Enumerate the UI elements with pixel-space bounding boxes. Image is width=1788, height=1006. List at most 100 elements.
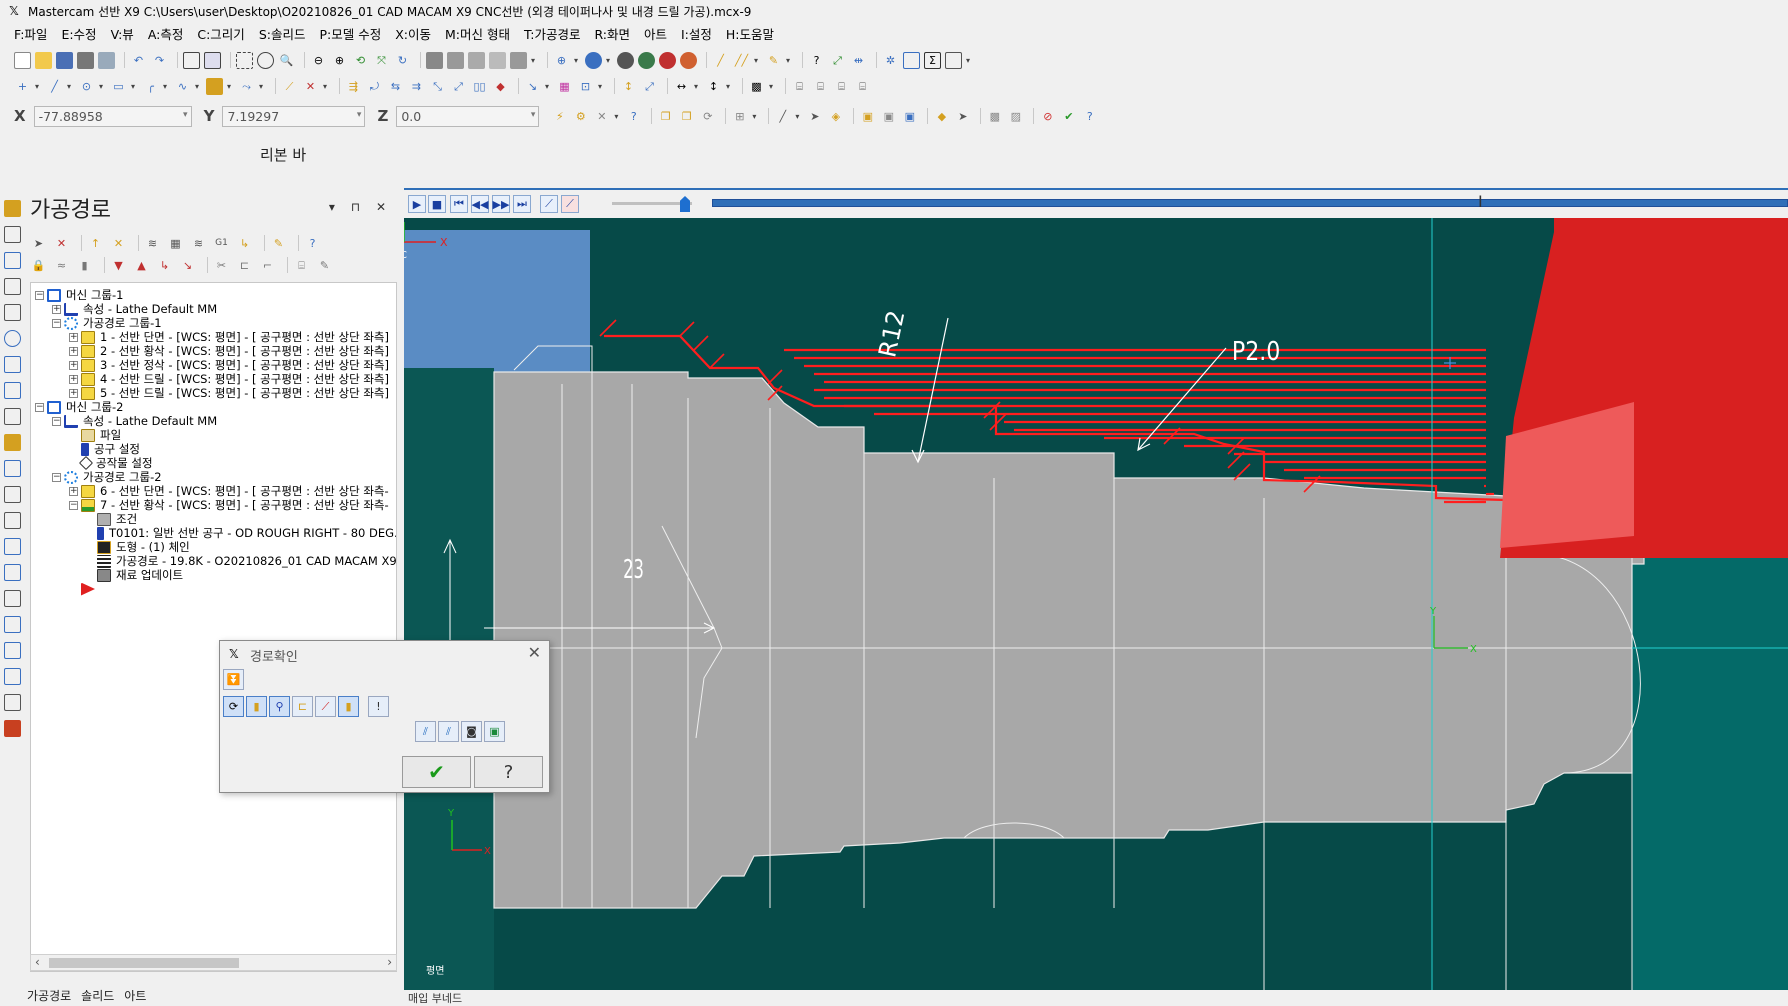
line-icon[interactable]: ╱ <box>46 78 63 95</box>
select-icon[interactable] <box>4 200 21 217</box>
zoom-window-icon[interactable] <box>236 51 253 69</box>
mesh-select-icon[interactable] <box>4 668 21 685</box>
line-style-icon[interactable]: ╱ <box>774 108 791 125</box>
spline-icon[interactable]: ∿ <box>174 78 191 95</box>
material-icon[interactable] <box>680 51 697 69</box>
lathe-stock-icon[interactable] <box>4 460 21 477</box>
insert-arrow-icon[interactable]: ↳ <box>156 257 173 274</box>
print-preview-icon[interactable] <box>98 51 115 69</box>
menu-settings[interactable]: I:설정 <box>681 24 712 43</box>
distance-icon[interactable]: ⇹ <box>850 52 867 69</box>
window-select-icon[interactable] <box>4 408 21 425</box>
xform-offset-icon[interactable]: ⇉ <box>408 78 425 95</box>
expand-dialog-icon[interactable]: ⏬ <box>223 669 244 690</box>
scroll-left-icon[interactable]: ‹ <box>35 955 40 969</box>
trim-icon[interactable]: ⟋ <box>281 78 298 95</box>
x-coordinate-input[interactable]: -77.88958 ▾ <box>33 105 192 127</box>
tree-horizontal-scrollbar[interactable]: ‹ › <box>30 954 397 971</box>
menu-xform[interactable]: X:이동 <box>395 24 431 43</box>
rectangle-icon[interactable]: ▭ <box>110 78 127 95</box>
sphere-icon[interactable] <box>585 51 602 69</box>
ok-button[interactable]: ✔ <box>402 756 471 788</box>
translucency-icon[interactable] <box>659 51 676 69</box>
pen-icon[interactable]: ╱ <box>712 52 729 69</box>
delete-icon[interactable]: ✕ <box>302 78 319 95</box>
tree-node-properties-2[interactable]: − 속성 - Lathe Default MM <box>52 413 217 429</box>
regen-icon[interactable]: ⟳ <box>699 108 716 125</box>
circle-icon[interactable]: ⊙ <box>78 78 95 95</box>
progress-track[interactable] <box>712 199 1788 207</box>
menu-screen[interactable]: R:화면 <box>594 24 630 43</box>
xform-roll-icon[interactable]: ◆ <box>492 78 509 95</box>
xform-scale-icon[interactable]: ⤡ <box>429 78 446 95</box>
display-tool-dlg-icon[interactable]: ▮ <box>246 696 267 717</box>
help-context-icon[interactable]: ? <box>808 52 825 69</box>
select-all-ops-icon[interactable]: ➤ <box>30 235 47 252</box>
verify-icon[interactable]: ▩ <box>986 108 1003 125</box>
print-icon[interactable] <box>77 51 94 69</box>
group-icon[interactable] <box>4 304 21 321</box>
select-solid-icon[interactable]: ◈ <box>827 108 844 125</box>
fast-point-icon[interactable]: ⚡ <box>551 108 568 125</box>
hatch-icon[interactable]: ▩ <box>748 78 765 95</box>
panel-controls[interactable]: ▾ ⊓ ✕ <box>329 200 392 214</box>
pens-icon[interactable]: ╱╱ <box>733 52 750 69</box>
step-back-icon[interactable]: ◀◀ <box>471 195 489 213</box>
planes-icon[interactable] <box>4 512 21 529</box>
rotate-icon[interactable]: ⟲ <box>352 52 369 69</box>
view-iso-icon[interactable] <box>426 51 443 69</box>
select-dirty-ops-icon[interactable]: ↑ <box>87 235 104 252</box>
save-all-geometry-icon[interactable]: ⫽ <box>438 721 459 742</box>
highfeed-icon[interactable]: ↳ <box>236 235 253 252</box>
sigma-icon[interactable]: Σ <box>924 51 941 69</box>
lathe-tool-icon[interactable] <box>4 434 21 451</box>
view-sheets-icon[interactable] <box>4 564 21 581</box>
lathe-finish-icon[interactable]: ⌸ <box>833 78 850 95</box>
quick-verify-icon[interactable]: ▮ <box>338 696 359 717</box>
zoom-in-icon[interactable]: ⊕ <box>331 52 348 69</box>
drafting-icon[interactable]: ↘ <box>524 78 541 95</box>
vertical-dim-icon[interactable]: ↕ <box>705 78 722 95</box>
fit-icon[interactable] <box>183 51 200 69</box>
backplot-ops-icon[interactable]: ≋ <box>144 235 161 252</box>
grid-dots-icon[interactable]: ▦ <box>556 78 573 95</box>
surface-icon[interactable]: ⤳ <box>238 78 255 95</box>
measure-icon[interactable]: ⤢ <box>829 52 846 69</box>
regen-selected-icon[interactable]: ✕ <box>110 235 127 252</box>
speed-slider-knob[interactable] <box>680 196 690 212</box>
wcs-icon[interactable] <box>4 538 21 555</box>
menu-toolpaths[interactable]: T:가공경로 <box>524 24 580 43</box>
coord-help-icon[interactable]: ? <box>625 108 642 125</box>
unzoom-icon[interactable]: ⊖ <box>310 52 327 69</box>
undo-icon[interactable]: ↶ <box>130 52 147 69</box>
solid-face-icon[interactable]: ▣ <box>859 108 876 125</box>
select-all-icon[interactable]: ◆ <box>933 108 950 125</box>
globe-icon[interactable]: ⊕ <box>553 52 570 69</box>
menu-edit[interactable]: E:수정 <box>61 24 96 43</box>
display-tool-icon[interactable]: ⟋ <box>561 195 579 213</box>
view-right-icon[interactable] <box>489 51 506 69</box>
solid-icon[interactable] <box>206 77 223 95</box>
repaint-icon[interactable] <box>204 51 221 69</box>
dialog-close-icon[interactable]: ✕ <box>528 643 541 662</box>
help-button[interactable]: ? <box>474 756 543 788</box>
redo-icon[interactable]: ↷ <box>151 52 168 69</box>
zoom-icon[interactable]: 🔍 <box>278 52 295 69</box>
lathe-rough-icon[interactable]: ⌸ <box>812 78 829 95</box>
scroll-arrow-icon[interactable]: ↘ <box>179 257 196 274</box>
menu-help[interactable]: H:도움말 <box>726 24 774 43</box>
stop-icon[interactable]: ■ <box>428 195 446 213</box>
selection-grid-icon[interactable]: ⊞ <box>731 108 748 125</box>
solid-body-icon[interactable]: ▣ <box>880 108 897 125</box>
menu-art[interactable]: 아트 <box>644 24 667 43</box>
save-icon-dialog[interactable]: ▣ <box>484 721 505 742</box>
stock-update-tb-icon[interactable]: ⌸ <box>293 257 310 274</box>
progress-cursor-icon[interactable]: I <box>1478 192 1483 211</box>
view-top-icon[interactable] <box>447 51 464 69</box>
tab-solids[interactable]: 솔리드 <box>81 987 114 1003</box>
zoom-box-icon[interactable] <box>4 486 21 503</box>
select-only-icon[interactable]: ➤ <box>954 108 971 125</box>
move-up-icon[interactable]: ▲ <box>133 257 150 274</box>
xform-rotate-icon[interactable]: ⤾ <box>366 78 383 95</box>
display-endpoints-icon[interactable]: ⟋ <box>315 696 336 717</box>
